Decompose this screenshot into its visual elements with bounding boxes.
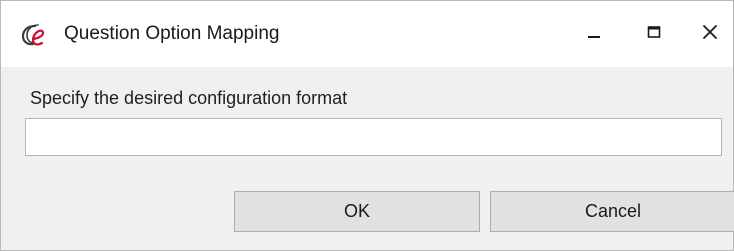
configuration-format-input[interactable] — [25, 118, 722, 156]
ce-logo-icon — [21, 22, 51, 48]
close-button[interactable] — [687, 11, 733, 57]
cancel-button[interactable]: Cancel — [490, 191, 734, 232]
close-icon — [701, 23, 719, 46]
title-bar[interactable]: Question Option Mapping — [1, 1, 733, 67]
ok-button[interactable]: OK — [234, 191, 480, 232]
maximize-button[interactable] — [631, 11, 677, 57]
minimize-button[interactable] — [571, 11, 617, 57]
format-prompt-label: Specify the desired configuration format — [30, 88, 348, 108]
dialog-window: Question Option Mapping Specify the desi… — [0, 0, 734, 251]
maximize-icon — [646, 24, 662, 45]
window-title: Question Option Mapping — [64, 23, 280, 44]
minimize-icon — [586, 24, 602, 45]
